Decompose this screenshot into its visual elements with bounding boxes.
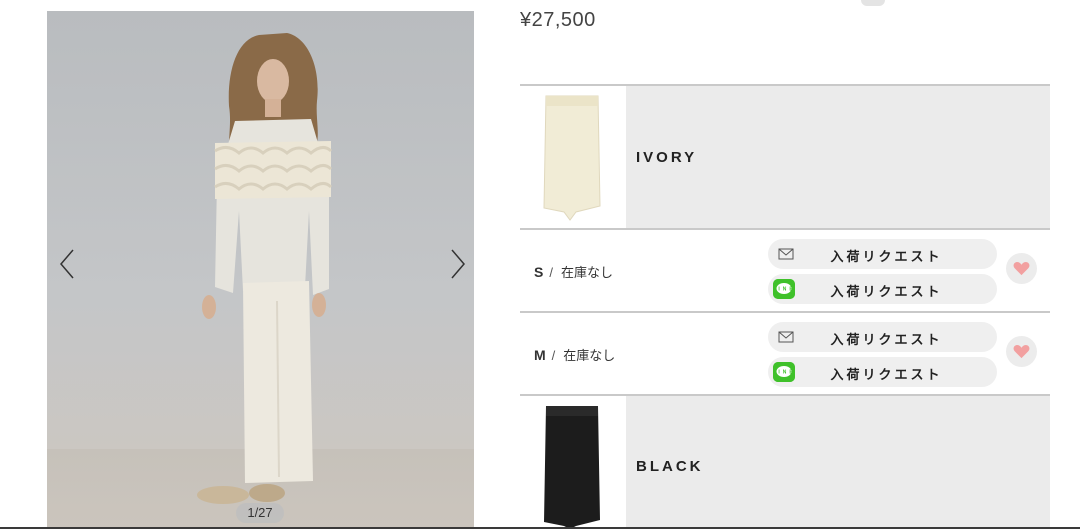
favorite-button[interactable]	[1006, 253, 1037, 284]
top-decoration	[861, 0, 885, 6]
color-thumbnail-ivory	[520, 86, 626, 228]
gallery-next-button[interactable]	[446, 247, 470, 281]
size-label: M	[534, 347, 546, 363]
stock-status: 在庫なし	[563, 348, 616, 363]
color-name-ivory: IVORY	[636, 149, 698, 166]
size-row-m: M / 在庫なし 入荷リクエスト LINE 入荷リクエスト	[520, 311, 1050, 394]
mail-restock-request-button[interactable]: 入荷リクエスト	[768, 239, 997, 269]
favorite-button[interactable]	[1006, 336, 1037, 367]
mail-restock-request-button[interactable]: 入荷リクエスト	[768, 322, 997, 352]
gallery-prev-button[interactable]	[55, 247, 79, 281]
color-row-ivory[interactable]: IVORY	[520, 84, 1050, 228]
size-stock-label: M / 在庫なし	[534, 345, 615, 364]
line-restock-request-button[interactable]: LINE 入荷リクエスト	[768, 274, 997, 304]
stock-status: 在庫なし	[560, 265, 613, 280]
line-request-label: 入荷リクエスト	[830, 367, 943, 382]
size-separator: /	[549, 265, 553, 280]
product-image-gallery[interactable]: 1/27	[47, 11, 474, 529]
product-photo	[197, 33, 333, 504]
mail-request-label: 入荷リクエスト	[830, 332, 943, 347]
heart-icon	[1013, 344, 1030, 359]
line-restock-request-button[interactable]: LINE 入荷リクエスト	[768, 357, 997, 387]
size-label: S	[534, 264, 544, 280]
color-row-black[interactable]: BLACK	[520, 394, 1050, 529]
black-skirt-image	[544, 406, 600, 529]
line-request-label: 入荷リクエスト	[830, 284, 943, 299]
gallery-counter: 1/27	[236, 503, 284, 523]
ivory-skirt-image	[543, 95, 601, 221]
color-name-black: BLACK	[636, 458, 704, 475]
size-row-s: S / 在庫なし 入荷リクエスト LINE 入荷リクエスト	[520, 228, 1050, 311]
product-price: ¥27,500	[520, 9, 596, 31]
size-separator: /	[551, 348, 556, 363]
size-stock-label: S / 在庫なし	[534, 262, 613, 281]
mail-request-label: 入荷リクエスト	[830, 249, 943, 264]
heart-icon	[1013, 261, 1030, 276]
color-thumbnail-black	[520, 396, 626, 529]
